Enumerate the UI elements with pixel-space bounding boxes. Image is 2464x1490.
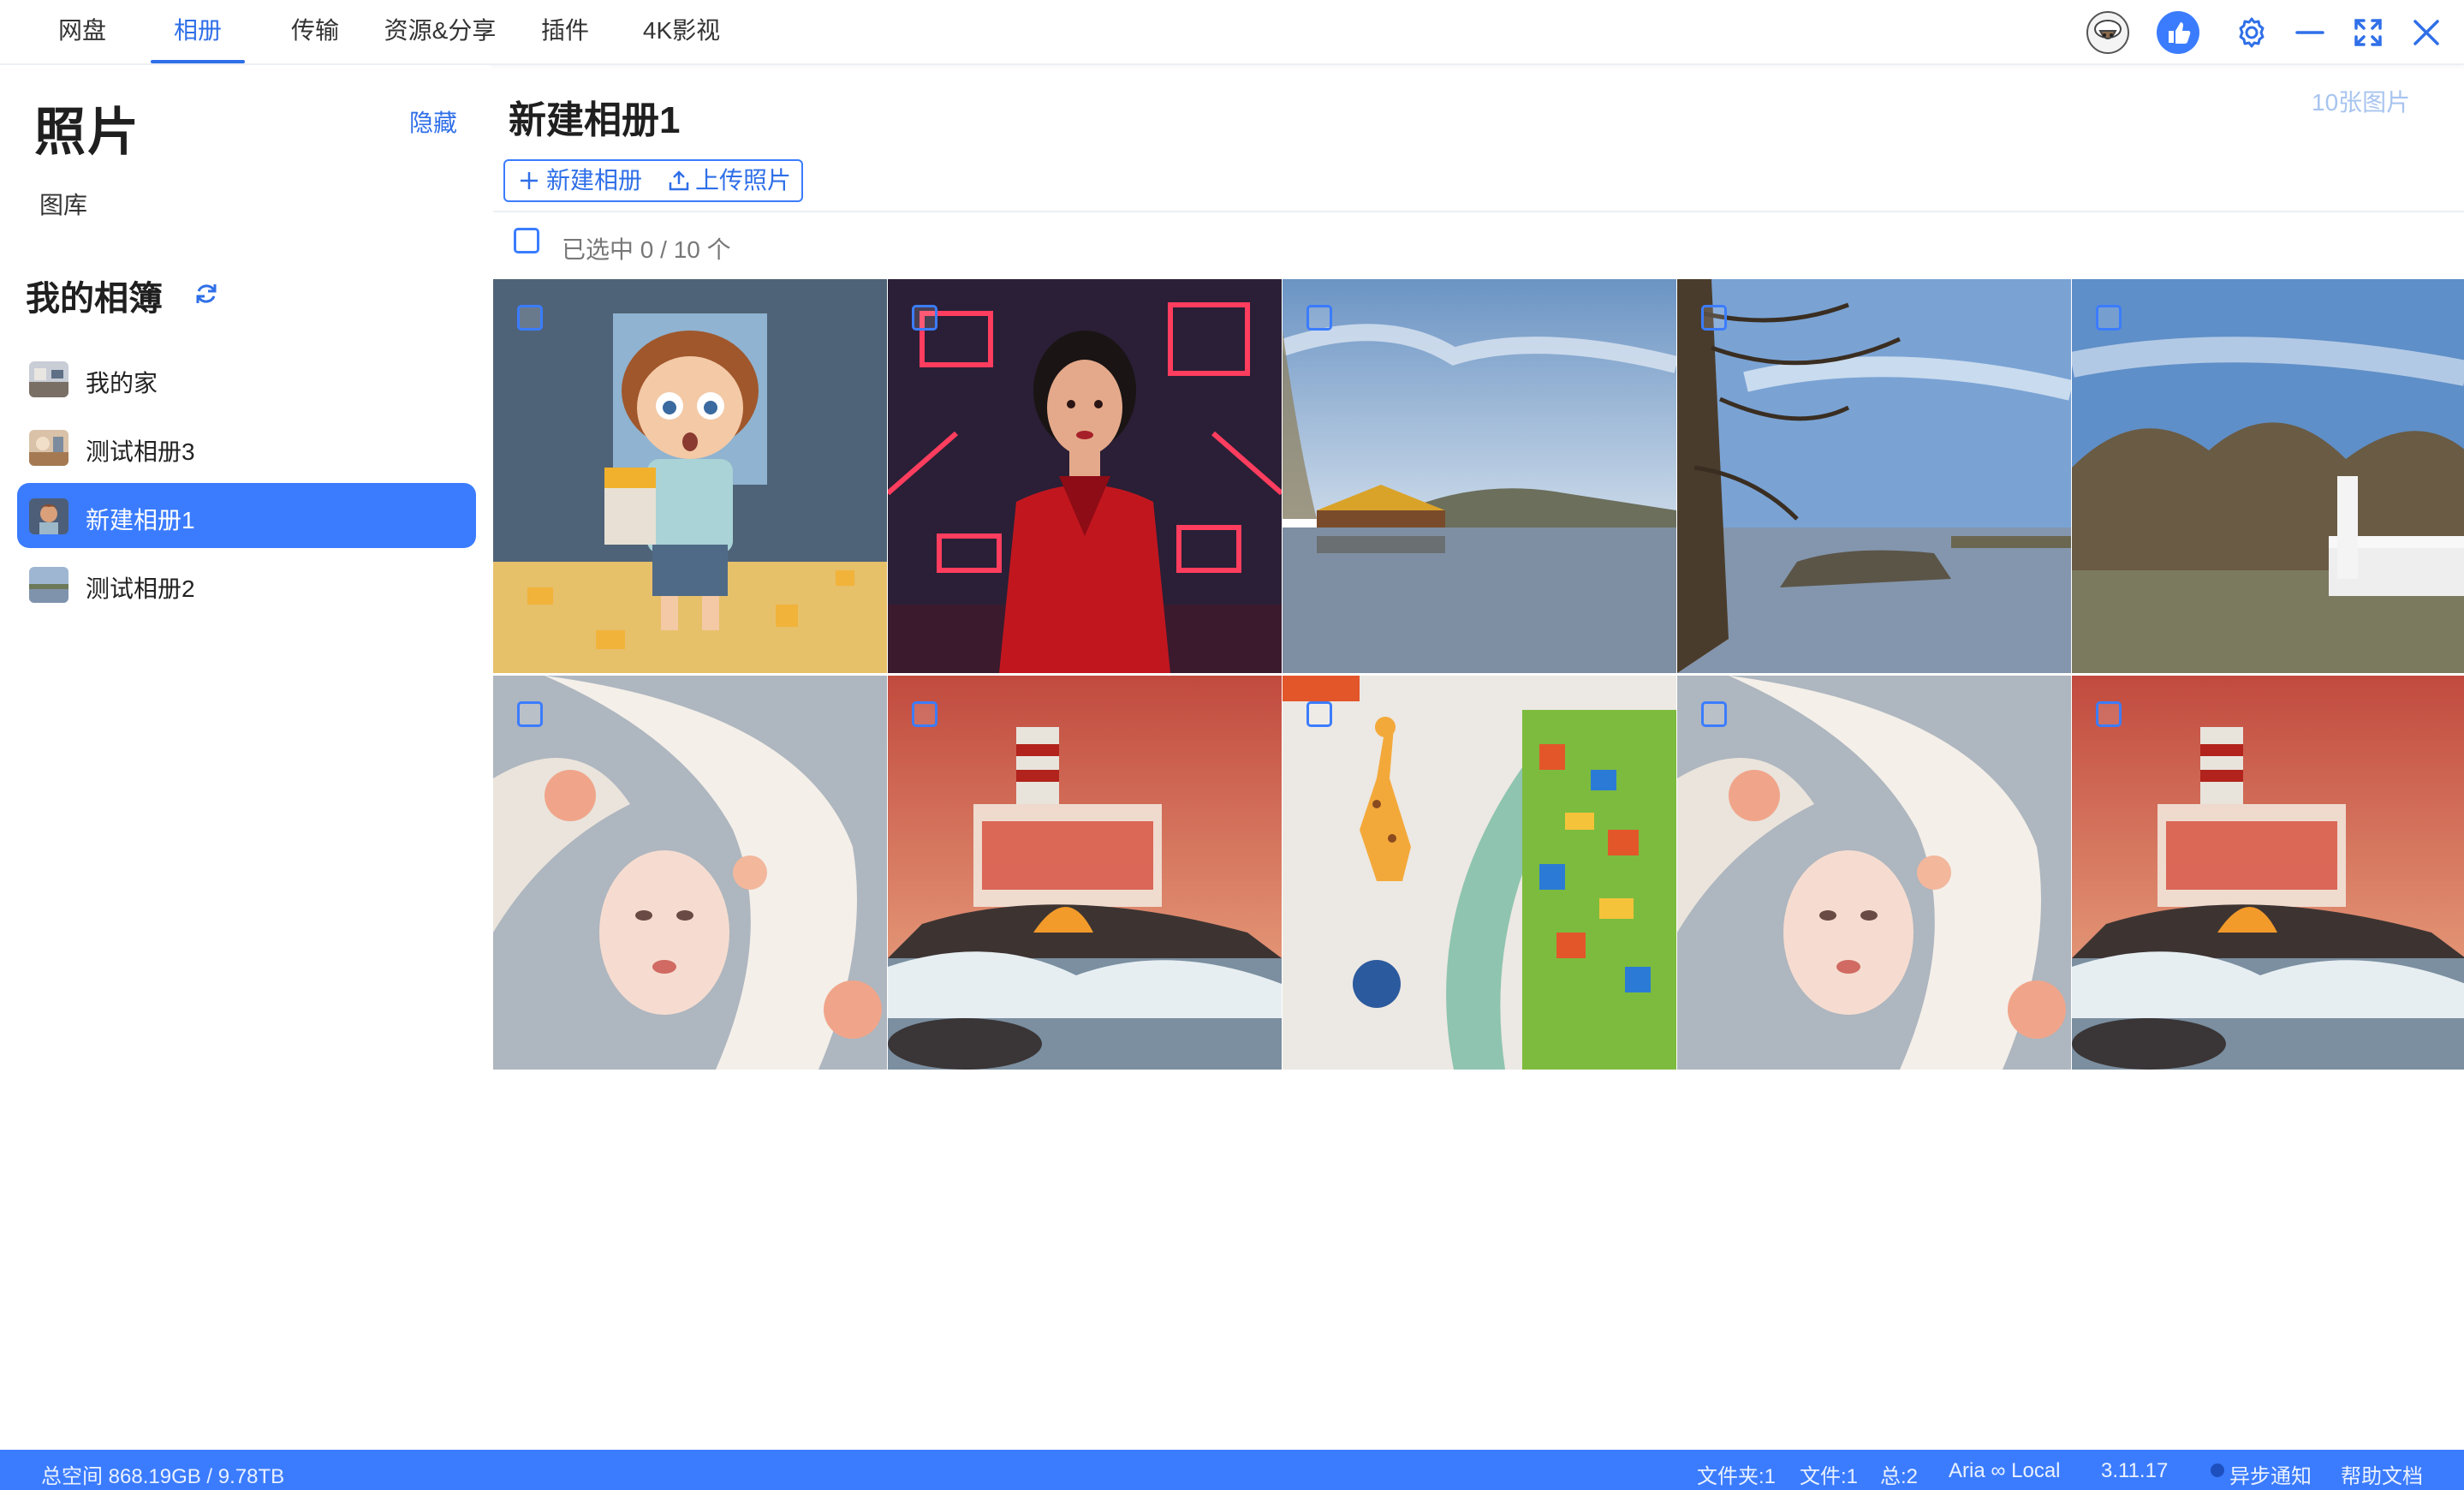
gear-icon[interactable]: [2229, 10, 2274, 55]
album-title: 新建相册1: [509, 99, 681, 141]
photo-tile[interactable]: [493, 676, 887, 1070]
album-thumbnail: [29, 567, 68, 603]
photo-grid: [493, 279, 2464, 1070]
new-album-label: 新建相册: [546, 167, 643, 194]
photo-tile[interactable]: [888, 676, 1282, 1070]
photo-checkbox[interactable]: [517, 701, 543, 727]
photo-checkbox[interactable]: [912, 305, 937, 331]
upload-icon: [669, 170, 689, 191]
photo-tile[interactable]: [888, 279, 1282, 673]
photo-count: 10张图片: [2312, 89, 2411, 116]
photo-image: [493, 676, 887, 1070]
photo-tile[interactable]: [2072, 676, 2464, 1070]
photo-checkbox[interactable]: [1701, 305, 1727, 331]
selected-count-text: 已选中 0 / 10 个: [562, 236, 731, 263]
album-label: 新建相册1: [86, 507, 195, 533]
library-link[interactable]: 图库: [39, 187, 87, 221]
photo-image: [1677, 676, 2071, 1070]
album-item-test-album-2[interactable]: 测试相册2: [17, 551, 476, 617]
photo-tile[interactable]: [1283, 279, 1676, 673]
album-thumbnail: [29, 361, 68, 397]
photo-checkbox[interactable]: [1306, 701, 1332, 727]
photo-checkbox[interactable]: [912, 701, 937, 727]
aria-status[interactable]: Aria ∞ Local: [1949, 1459, 2061, 1483]
photo-checkbox[interactable]: [2096, 305, 2122, 331]
photo-checkbox[interactable]: [1701, 701, 1727, 727]
file-count: 文件:1: [1800, 1465, 1859, 1488]
thumbs-up-icon[interactable]: [2156, 10, 2200, 55]
toolbar-divider: [493, 211, 2464, 212]
photo-tile[interactable]: [1283, 676, 1676, 1070]
total-count: 总:2: [1880, 1465, 1919, 1488]
album-label: 测试相册2: [86, 575, 195, 602]
tab-plugins[interactable]: 插件: [539, 0, 591, 63]
album-thumbnail: [29, 430, 68, 466]
upload-photos-label: 上传照片: [695, 167, 792, 194]
photo-checkbox[interactable]: [1306, 305, 1332, 331]
tab-resources-share[interactable]: 资源&分享: [382, 0, 498, 63]
tab-album[interactable]: 相册: [151, 0, 245, 63]
photo-image: [888, 279, 1282, 673]
album-item-test-album-3[interactable]: 测试相册3: [17, 414, 476, 480]
tab-transfer[interactable]: 传输: [289, 0, 341, 63]
album-thumbnail: [29, 498, 68, 534]
close-icon[interactable]: [2404, 10, 2449, 55]
album-label: 我的家: [86, 370, 158, 396]
photo-checkbox[interactable]: [2096, 701, 2122, 727]
album-item-new-album-1[interactable]: 新建相册1: [17, 483, 476, 548]
minimize-icon[interactable]: [2288, 10, 2332, 55]
hide-sidebar-link[interactable]: 隐藏: [409, 104, 457, 139]
photo-checkbox[interactable]: [517, 305, 543, 331]
photo-image: [1283, 279, 1676, 673]
photos-title: 照片: [34, 104, 140, 161]
version-label[interactable]: 3.11.17: [2101, 1459, 2168, 1483]
tab-netdisk[interactable]: 网盘: [57, 0, 108, 63]
storage-space: 总空间 868.19GB / 9.78TB: [41, 1465, 285, 1488]
tab-4k-movies[interactable]: 4K影视: [640, 0, 723, 63]
sidebar: 照片 隐藏 图库 我的相簿 我的家 测试相册3 新建相册1 测试相册2: [0, 65, 491, 1450]
status-bar: 总空间 868.19GB / 9.78TB 文件夹:1 文件:1 总:2 Ari…: [0, 1450, 2464, 1490]
photo-image: [2072, 279, 2464, 673]
my-albums-heading: 我的相簿: [26, 280, 163, 318]
notification-dot-icon: [2211, 1463, 2224, 1477]
photo-tile[interactable]: [1677, 676, 2071, 1070]
sheep-avatar-icon[interactable]: [2086, 10, 2130, 55]
photo-image: [888, 676, 1282, 1070]
album-label: 测试相册3: [86, 438, 195, 465]
album-action-buttons: 新建相册 上传照片: [503, 159, 803, 202]
top-nav-bar: 网盘 相册 传输 资源&分享 插件 4K影视: [0, 0, 2464, 65]
photo-image: [1283, 676, 1676, 1070]
folder-count: 文件夹:1: [1697, 1465, 1777, 1488]
help-docs-link[interactable]: 帮助文档: [2341, 1459, 2423, 1489]
upload-photos-button[interactable]: 上传照片: [668, 161, 796, 200]
refresh-icon[interactable]: [193, 281, 219, 307]
photo-image: [1677, 279, 2071, 673]
photo-tile[interactable]: [1677, 279, 2071, 673]
new-album-button[interactable]: 新建相册: [519, 161, 647, 200]
photo-image: [2072, 676, 2464, 1070]
async-notice-link[interactable]: 异步通知: [2229, 1459, 2312, 1489]
photo-tile[interactable]: [2072, 279, 2464, 673]
fullscreen-icon[interactable]: [2346, 10, 2390, 55]
photo-tile[interactable]: [493, 279, 887, 673]
plus-icon: [521, 172, 538, 189]
photo-image: [493, 279, 887, 673]
select-all-checkbox[interactable]: [514, 228, 539, 253]
album-item-my-home[interactable]: 我的家: [17, 346, 476, 411]
